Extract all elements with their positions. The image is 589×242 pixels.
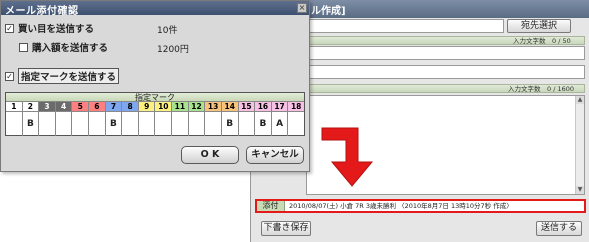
mark-value-cell [288,112,304,136]
close-icon[interactable]: × [297,3,307,13]
mark-value-cell [139,112,156,136]
horse-number-cell: 14 [221,102,239,111]
horse-number-cell: 15 [238,102,256,111]
ok-button[interactable]: O K [181,146,239,164]
dialog-title: メール添付確認 [5,6,79,17]
send-bets-option[interactable]: ✓ 買い目を送信する [5,22,95,35]
mark-value-cell: A [272,112,289,136]
mark-value-cell [89,112,106,136]
horse-number-cell: 8 [122,102,139,111]
horse-number-cell: 13 [205,102,222,111]
send-amount-option[interactable]: 購入額を送信する [19,41,109,54]
mark-value-cell: B [106,112,123,136]
horse-number-cell: 3 [39,102,56,111]
mark-value-cell [6,112,23,136]
horse-number-row: 1 2 3 4 5 6 7 8 9 10 11 12 13 14 15 16 17 18 [6,102,304,112]
mark-value-cell [39,112,56,136]
scroll-up-icon[interactable]: ▲ [576,96,584,104]
mail-attach-confirm-dialog: メール添付確認 × ✓ 買い目を送信する 10件 購入額を送信する 1200円 … [0,0,310,172]
horse-number-cell: 2 [22,102,40,111]
mark-value-cell [155,112,173,136]
horse-number-cell: 12 [188,102,206,111]
horse-number-cell: 16 [255,102,272,111]
mark-value-cell [172,112,189,136]
mark-value-cell [205,112,222,136]
designated-marks-table: 指定マーク 1 2 3 4 5 6 7 8 9 10 11 12 13 14 15 16 17 18 BBBBA [5,92,305,136]
horse-number-cell: 6 [89,102,106,111]
horse-number-cell: 5 [72,102,90,111]
send-bets-label: 買い目を送信する [18,24,95,35]
attachment-text: 2010/08/07(土) 小倉 7R 3歳未勝利 〈2010年8月7日 13時… [289,202,513,210]
horse-number-cell: 10 [155,102,173,111]
horse-number-cell: 7 [105,102,123,111]
mark-value-cell: B [222,112,239,136]
mark-value-cell [189,112,206,136]
scroll-down-icon[interactable]: ▼ [576,186,584,194]
mark-value-cell [56,112,73,136]
horse-number-cell: 11 [172,102,189,111]
send-amount-label: 購入額を送信する [32,43,109,54]
horse-number-cell: 17 [271,102,289,111]
attachment-row[interactable]: 添付 2010/08/07(土) 小倉 7R 3歳未勝利 〈2010年8月7日 … [255,199,586,213]
send-marks-option[interactable]: ✓ 指定マークを送信する [5,68,120,84]
send-marks-label: 指定マークを送信する [18,68,120,84]
marks-header: 指定マーク [6,93,304,102]
bets-count: 10件 [157,26,178,36]
horse-number-cell: 9 [138,102,156,111]
send-bets-checkbox[interactable]: ✓ [5,23,14,33]
extra-field[interactable] [306,65,585,79]
mail-window-title: ル作成] [311,6,346,17]
address-select-button[interactable]: 宛先選択 [507,19,571,33]
purchase-amount: 1200円 [157,45,189,55]
mark-value-cell: B [23,112,40,136]
subject-char-counter: 入力文字数 0 / 50 [513,37,571,45]
horse-number-cell: 1 [6,102,23,111]
send-amount-checkbox[interactable] [19,42,28,52]
horse-number-cell: 4 [55,102,73,111]
mark-value-cell [239,112,256,136]
attachment-label: 添付 [257,201,285,211]
mark-value-cell: B [255,112,272,136]
dialog-titlebar: メール添付確認 × [1,1,309,17]
save-draft-button[interactable]: 下書き保存 [261,221,311,236]
horse-number-cell: 18 [288,102,304,111]
cancel-button[interactable]: キャンセル [246,146,304,164]
to-field[interactable] [306,19,504,33]
mark-value-cell [72,112,90,136]
red-arrow-icon [321,127,374,187]
body-scrollbar[interactable]: ▲ ▼ [575,96,584,194]
send-button[interactable]: 送信する [536,221,582,236]
mark-value-cell [122,112,139,136]
body-char-counter: 入力文字数 0 / 1600 [508,85,574,93]
subject-field[interactable] [306,46,585,60]
mark-value-row: BBBBA [6,112,304,136]
send-marks-checkbox[interactable]: ✓ [5,71,14,81]
